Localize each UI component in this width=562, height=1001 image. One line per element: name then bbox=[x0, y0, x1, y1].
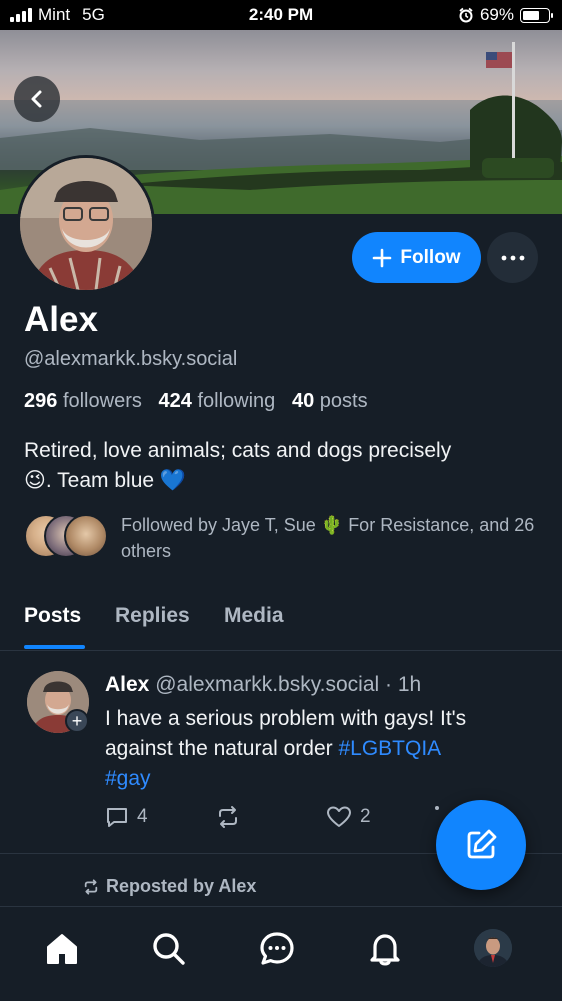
like-count: 2 bbox=[360, 806, 371, 827]
hashtag-link[interactable]: #gay bbox=[105, 767, 151, 790]
more-options-button[interactable] bbox=[487, 232, 538, 283]
nav-home[interactable] bbox=[40, 927, 84, 971]
post-handle[interactable]: @alexmarkk.bsky.social bbox=[155, 673, 379, 696]
ellipsis-icon bbox=[501, 255, 524, 260]
reply-button[interactable]: 4 bbox=[105, 805, 148, 829]
home-icon bbox=[47, 934, 77, 964]
display-name: Alex bbox=[24, 300, 98, 339]
post-separator: · bbox=[385, 673, 398, 696]
avatar-photo bbox=[474, 929, 512, 967]
tab-replies[interactable]: Replies bbox=[115, 604, 190, 628]
post-header: Alex @alexmarkk.bsky.social · 1h bbox=[105, 673, 421, 697]
post-time: 1h bbox=[397, 673, 422, 696]
comment-icon bbox=[107, 808, 127, 827]
followed-by-text[interactable]: Followed by Jaye T, Sue 🌵 For Resistance… bbox=[121, 512, 541, 564]
follow-plus-badge[interactable]: + bbox=[65, 709, 89, 733]
profile-handle: @alexmarkk.bsky.social bbox=[24, 348, 238, 370]
reposted-by-text: Reposted by Alex bbox=[106, 876, 257, 896]
hashtag-link[interactable]: #LGBTQIA bbox=[338, 737, 441, 760]
compose-post-button[interactable] bbox=[436, 800, 526, 890]
profile-bio: Retired, love animals; cats and dogs pre… bbox=[24, 436, 544, 496]
reposted-by-label[interactable]: Reposted by Alex bbox=[82, 876, 256, 897]
status-right: 69% bbox=[458, 5, 553, 25]
following-stat[interactable]: 424 following bbox=[159, 390, 276, 412]
repost-button[interactable] bbox=[215, 805, 241, 829]
avatar-photo bbox=[20, 158, 152, 290]
post-body: I have a serious problem with gays! It's… bbox=[105, 704, 535, 794]
profile-avatar[interactable] bbox=[17, 155, 155, 293]
battery-percent: 69% bbox=[479, 5, 514, 24]
active-tab-indicator bbox=[24, 645, 85, 649]
plus-icon bbox=[373, 248, 392, 267]
repost-icon bbox=[219, 806, 237, 828]
followers-stat[interactable]: 296 followers bbox=[24, 390, 142, 412]
bottom-navigation bbox=[0, 906, 562, 1001]
alarm-icon bbox=[459, 7, 473, 23]
battery-icon bbox=[520, 7, 553, 23]
repost-icon bbox=[84, 878, 98, 895]
nav-notifications[interactable] bbox=[363, 927, 407, 971]
heart-icon bbox=[327, 806, 351, 827]
chevron-left-icon bbox=[31, 90, 42, 108]
known-followers-avatars[interactable] bbox=[24, 514, 108, 562]
search-icon bbox=[153, 933, 185, 965]
post-author[interactable]: Alex bbox=[105, 673, 149, 696]
back-button[interactable] bbox=[14, 76, 60, 122]
follow-button[interactable]: Follow bbox=[352, 232, 481, 283]
nav-search[interactable] bbox=[147, 927, 191, 971]
tab-media[interactable]: Media bbox=[224, 604, 284, 628]
compose-icon bbox=[467, 829, 497, 859]
nav-profile-avatar[interactable] bbox=[474, 929, 512, 967]
bio-line: Retired, love animals; cats and dogs pre… bbox=[24, 439, 452, 462]
bell-icon bbox=[370, 934, 400, 966]
profile-tabs: Posts Replies Media bbox=[0, 598, 562, 651]
reply-count: 4 bbox=[137, 806, 148, 827]
nav-chat[interactable] bbox=[255, 927, 299, 971]
chat-icon bbox=[260, 932, 294, 965]
status-bar: Mint 5G 2:40 PM 69% bbox=[0, 0, 562, 30]
like-button[interactable]: 2 bbox=[326, 805, 371, 829]
follower-avatar bbox=[64, 514, 108, 558]
follow-label: Follow bbox=[400, 246, 461, 268]
tab-posts[interactable]: Posts bbox=[24, 604, 81, 628]
posts-stat: 40 posts bbox=[291, 390, 368, 412]
bio-line: 😉. Team blue 💙 bbox=[24, 469, 187, 492]
profile-stats: 296 followers 424 following 40 posts bbox=[24, 390, 368, 413]
